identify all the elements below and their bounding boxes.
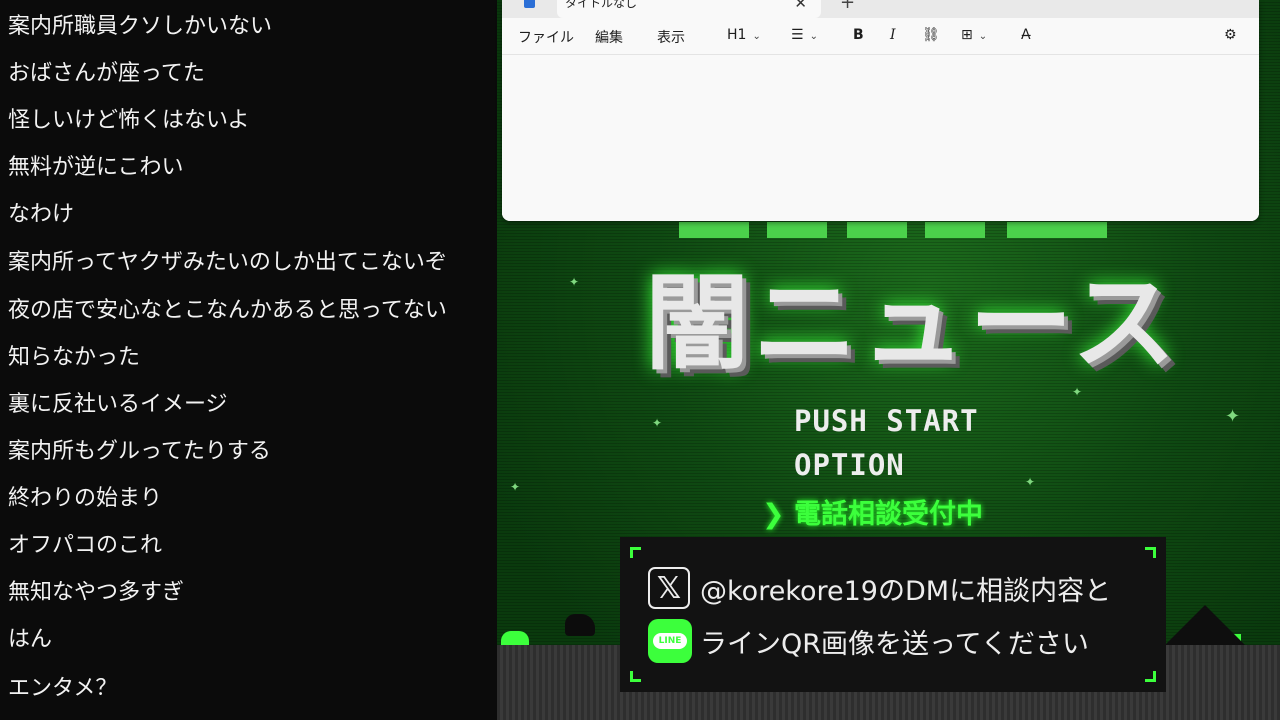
title-block xyxy=(925,222,985,238)
comment-item: おばさんが座ってた xyxy=(8,61,205,86)
heading-label: H1 xyxy=(727,27,747,43)
comment-item: 終わりの始まり xyxy=(8,486,163,511)
star-decoration: ✦ xyxy=(569,275,580,289)
notepad-app-icon xyxy=(524,0,535,8)
star-decoration: ✦ xyxy=(1225,406,1241,427)
chevron-down-icon: ⌄ xyxy=(809,31,818,42)
title-block xyxy=(767,222,827,238)
title-block xyxy=(1007,222,1107,238)
comment-item: 裏に反社いるイメージ xyxy=(8,392,228,417)
close-tab-icon[interactable]: ✕ xyxy=(794,0,807,12)
info-box: 𝕏 @korekore19のDMに相談内容と LINE ラインQR画像を送ってく… xyxy=(620,537,1166,692)
table-dropdown[interactable]: ⊞ ⌄ xyxy=(961,27,987,43)
chevron-right-icon: ❯ xyxy=(762,499,785,530)
bush-decoration xyxy=(501,631,529,645)
comment-item: 怪しいけど怖くはないよ xyxy=(8,108,250,133)
game-title: 闇ニュース xyxy=(645,262,1180,384)
heading-dropdown[interactable]: H1 ⌄ xyxy=(727,27,761,43)
info-line-1: @korekore19のDMに相談内容と xyxy=(700,575,1112,607)
menu-selected-item[interactable]: ❯ 電話相談受付中 xyxy=(762,492,983,531)
chevron-down-icon: ⌄ xyxy=(752,31,761,42)
corner-mark xyxy=(1145,547,1156,558)
bird-silhouette xyxy=(565,614,595,636)
table-icon: ⊞ xyxy=(961,27,973,43)
title-block xyxy=(679,222,749,238)
menu-edit[interactable]: 編集 xyxy=(595,27,623,47)
star-decoration: ✦ xyxy=(1025,475,1036,489)
tab-bar: タイトルなし ✕ + xyxy=(502,0,1259,18)
bold-button[interactable]: B xyxy=(853,27,864,43)
clear-format-icon[interactable]: A̶ xyxy=(1021,27,1031,43)
menu-view[interactable]: 表示 xyxy=(657,27,685,47)
link-icon[interactable]: ⛓ xyxy=(922,27,940,43)
comment-item: オフパコのこれ xyxy=(8,533,163,558)
tab-title: タイトルなし xyxy=(565,0,638,10)
info-line-2: ラインQR画像を送ってください xyxy=(700,628,1089,660)
notepad-window: タイトルなし ✕ + ファイル 編集 表示 H1 ⌄ ☰ ⌄ B I ⛓ ⊞ ⌄ A̶… xyxy=(502,0,1259,221)
comment-item: 無知なやつ多すぎ xyxy=(8,580,185,605)
line-logo-icon: LINE xyxy=(648,619,692,663)
toolbar: ファイル 編集 表示 H1 ⌄ ☰ ⌄ B I ⛓ ⊞ ⌄ A̶ ⚙ xyxy=(502,18,1259,55)
line-logo-label: LINE xyxy=(652,633,688,649)
menu-push-start[interactable]: PUSH START xyxy=(794,404,979,438)
selected-item-label: 電話相談受付中 xyxy=(794,499,984,530)
chevron-down-icon: ⌄ xyxy=(978,31,988,42)
list-dropdown[interactable]: ☰ ⌄ xyxy=(791,27,818,43)
info-row-line: LINE ラインQR画像を送ってください xyxy=(648,619,1089,663)
mountain-decoration xyxy=(1165,605,1245,645)
comment-item: 夜の店で安心なとこなんかあると思ってない xyxy=(8,298,447,323)
comment-item: 無料が逆にこわい xyxy=(8,155,184,180)
comment-item: エンタメ？ xyxy=(8,676,118,701)
list-icon: ☰ xyxy=(791,27,804,43)
comment-item: 案内所職員クソしかいない xyxy=(8,14,273,39)
menu-file[interactable]: ファイル xyxy=(518,27,574,47)
gear-icon[interactable]: ⚙ xyxy=(1224,27,1237,43)
new-tab-icon[interactable]: + xyxy=(840,0,855,13)
comment-item: 案内所ってヤクザみたいのしか出てこないぞ xyxy=(8,250,447,275)
corner-mark xyxy=(1145,671,1156,682)
info-row-x: 𝕏 @korekore19のDMに相談内容と xyxy=(648,567,1111,609)
editor-area[interactable] xyxy=(502,55,1259,221)
star-decoration: ✦ xyxy=(510,480,521,494)
star-decoration: ✦ xyxy=(652,416,663,430)
comment-item: 案内所もグルってたりする xyxy=(8,439,271,464)
x-logo-icon: 𝕏 xyxy=(648,567,690,609)
comment-item: なわけ xyxy=(8,202,75,227)
comment-item: はん xyxy=(8,627,53,652)
tab-untitled[interactable]: タイトルなし ✕ xyxy=(557,0,821,18)
corner-mark xyxy=(630,547,641,558)
italic-button[interactable]: I xyxy=(890,27,896,43)
title-block xyxy=(847,222,907,238)
menu-option[interactable]: OPTION xyxy=(794,448,905,482)
comment-item: 知らなかった xyxy=(8,345,141,370)
comment-panel: 案内所職員クソしかいない おばさんが座ってた 怪しいけど怖くはないよ 無料が逆に… xyxy=(0,0,497,720)
corner-mark xyxy=(630,671,641,682)
